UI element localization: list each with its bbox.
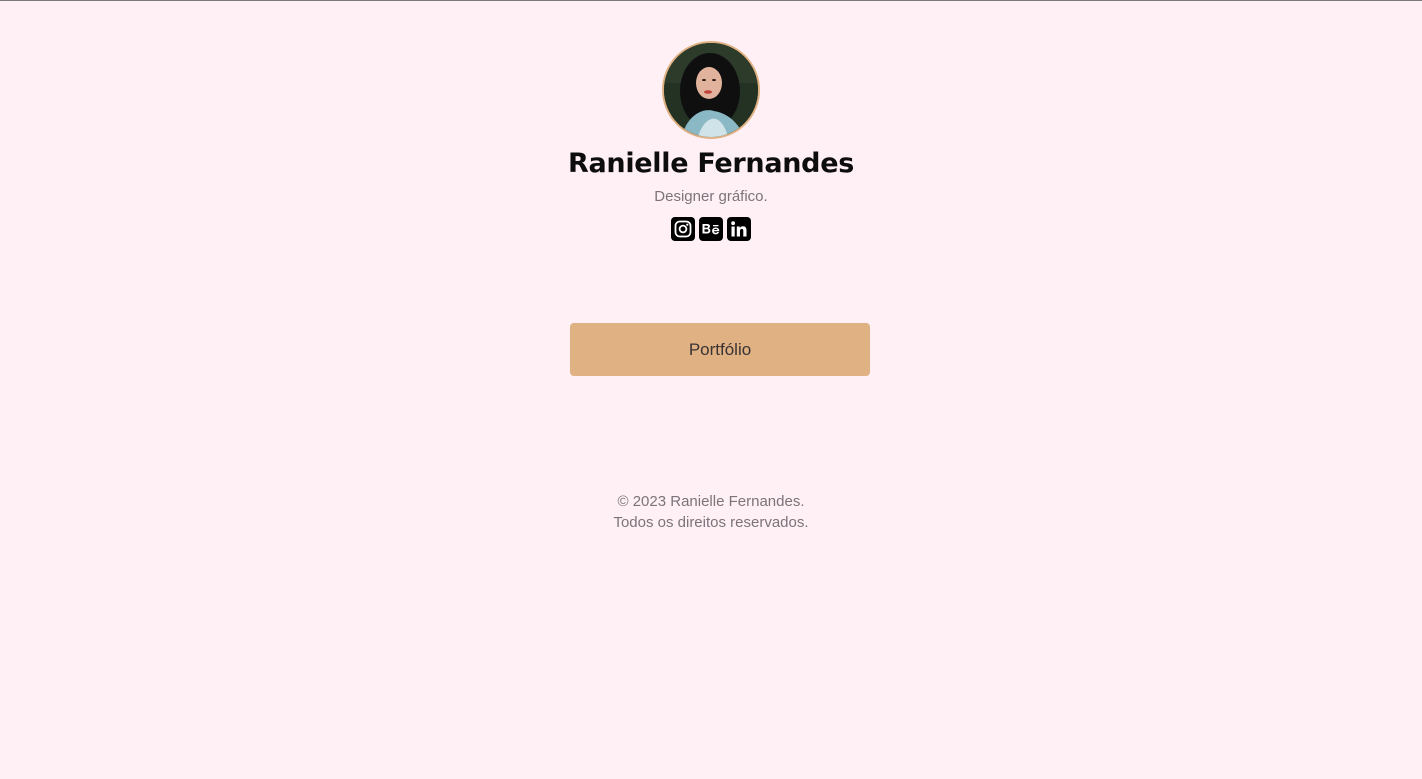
behance-icon bbox=[701, 222, 721, 236]
behance-link[interactable] bbox=[699, 217, 723, 241]
linkedin-icon bbox=[730, 220, 748, 238]
portfolio-button[interactable]: Portfólio bbox=[570, 323, 870, 376]
instagram-link[interactable] bbox=[671, 217, 695, 241]
footer-rights: Todos os direitos reservados. bbox=[613, 514, 809, 531]
profile-card: Ranielle Fernandes Designer gráfico. bbox=[0, 41, 1422, 241]
top-divider bbox=[0, 0, 1422, 1]
profile-name: Ranielle Fernandes bbox=[568, 148, 854, 179]
footer: © 2023 Ranielle Fernandes. Todos os dire… bbox=[0, 491, 1422, 533]
linkedin-link[interactable] bbox=[727, 217, 751, 241]
avatar bbox=[662, 41, 760, 139]
social-links bbox=[0, 217, 1422, 241]
profile-role: Designer gráfico. bbox=[654, 188, 768, 205]
avatar-photo bbox=[664, 43, 758, 137]
footer-copyright: © 2023 Ranielle Fernandes. bbox=[617, 493, 805, 510]
instagram-icon bbox=[674, 220, 692, 238]
